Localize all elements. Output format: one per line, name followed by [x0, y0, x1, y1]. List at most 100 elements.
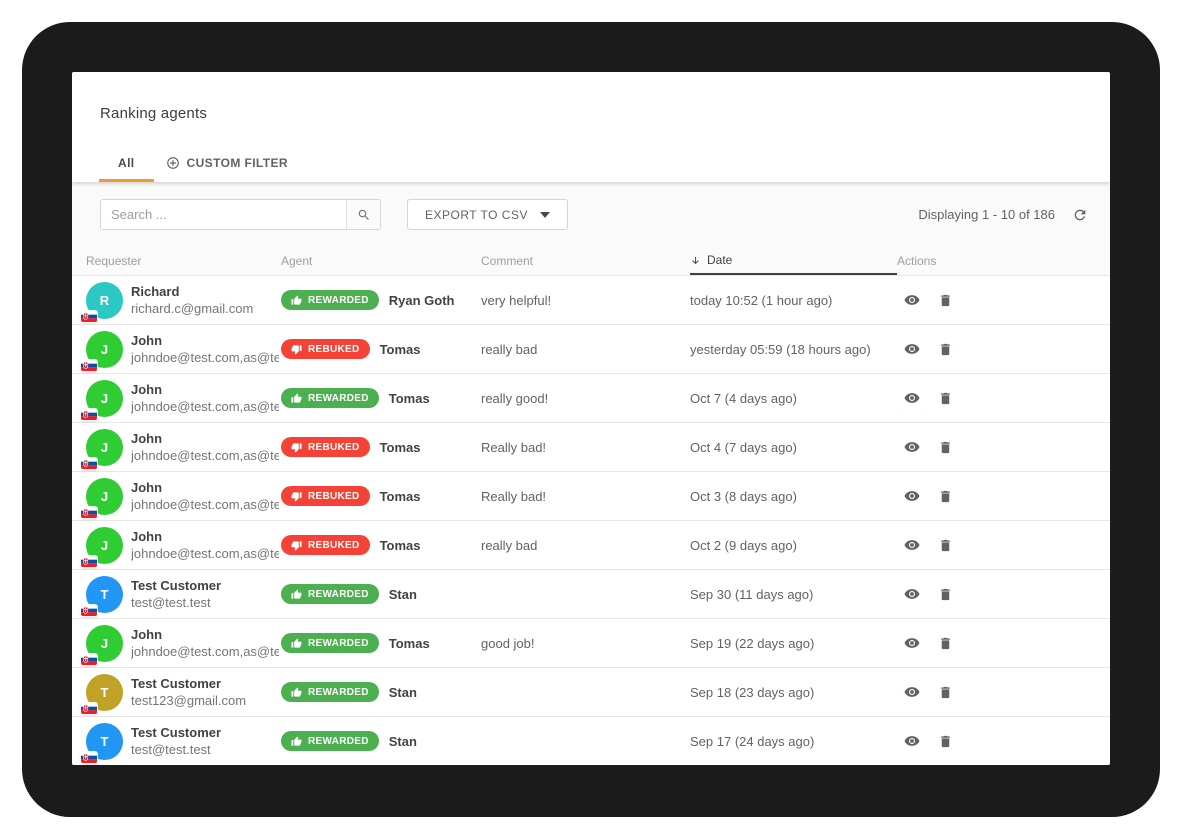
thumbs-up-icon	[291, 393, 302, 404]
column-header-agent[interactable]: Agent	[281, 247, 481, 275]
comment-text: really good!	[481, 391, 690, 406]
requester-cell: J John johndoe@test.com,as@te	[86, 325, 281, 373]
badge-label: REBUKED	[308, 540, 360, 551]
slovakia-flag-icon	[81, 605, 97, 616]
eye-icon	[903, 438, 921, 456]
date-text: Sep 30 (11 days ago)	[690, 587, 897, 602]
avatar-wrap: J	[86, 478, 123, 515]
delete-button[interactable]	[935, 682, 955, 702]
header: Ranking agents All CUSTOM FILTER	[72, 72, 1110, 182]
displaying-count: Displaying 1 - 10 of 186	[918, 207, 1055, 222]
agent-name: Tomas	[380, 489, 421, 504]
view-button[interactable]	[902, 584, 922, 604]
delete-button[interactable]	[935, 584, 955, 604]
trash-icon	[938, 342, 953, 357]
agent-name: Tomas	[380, 440, 421, 455]
sort-descending-icon	[690, 255, 701, 266]
delete-button[interactable]	[935, 437, 955, 457]
requester-email: johndoe@test.com,as@te	[131, 545, 279, 562]
badge-label: REBUKED	[308, 442, 360, 453]
requester-name: Test Customer	[131, 675, 246, 692]
view-button[interactable]	[902, 388, 922, 408]
plus-circle-icon	[166, 156, 180, 170]
agent-cell: REWARDED Ryan Goth	[281, 290, 481, 310]
view-button[interactable]	[902, 486, 922, 506]
thumbs-down-icon	[291, 344, 302, 355]
delete-button[interactable]	[935, 388, 955, 408]
delete-button[interactable]	[935, 339, 955, 359]
tab-all[interactable]: All	[99, 146, 154, 182]
date-text: Oct 2 (9 days ago)	[690, 538, 897, 553]
eye-icon	[903, 683, 921, 701]
slovakia-flag-icon	[81, 311, 97, 322]
slovakia-flag-icon	[81, 752, 97, 763]
eye-icon	[903, 634, 921, 652]
agent-name: Tomas	[380, 342, 421, 357]
eye-icon	[903, 732, 921, 750]
table-body: R Richard richard.c@gmail.com	[72, 275, 1110, 765]
trash-icon	[938, 636, 953, 651]
view-button[interactable]	[902, 339, 922, 359]
requester-email: test@test.test	[131, 594, 221, 611]
comment-text: Really bad!	[481, 440, 690, 455]
table-row: T Test Customer test@test.test	[72, 716, 1110, 765]
requester-email: test@test.test	[131, 741, 221, 758]
actions-cell	[897, 290, 1110, 310]
search-input[interactable]	[101, 200, 346, 229]
column-header-requester[interactable]: Requester	[86, 247, 281, 275]
slovakia-flag-icon	[81, 654, 97, 665]
agent-cell: REWARDED Stan	[281, 682, 481, 702]
column-header-date[interactable]: Date	[690, 247, 897, 275]
requester-cell: T Test Customer test123@gmail.com	[86, 668, 281, 716]
table-row: T Test Customer test123@gmail.com	[72, 667, 1110, 716]
date-text: Sep 17 (24 days ago)	[690, 734, 897, 749]
table-header: Requester Agent Comment Date Actions	[72, 247, 1110, 275]
delete-button[interactable]	[935, 290, 955, 310]
agent-cell: REBUKED Tomas	[281, 339, 481, 359]
agent-cell: REBUKED Tomas	[281, 535, 481, 555]
avatar-wrap: J	[86, 429, 123, 466]
badge-label: REWARDED	[308, 736, 369, 747]
view-button[interactable]	[902, 633, 922, 653]
view-button[interactable]	[902, 535, 922, 555]
avatar-wrap: R	[86, 282, 123, 319]
delete-button[interactable]	[935, 535, 955, 555]
badge-label: REWARDED	[308, 638, 369, 649]
delete-button[interactable]	[935, 633, 955, 653]
agent-name: Tomas	[380, 538, 421, 553]
app-window: Ranking agents All CUSTOM FILTER EXPORT …	[72, 72, 1110, 765]
requester-cell: J John johndoe@test.com,as@te	[86, 423, 281, 471]
view-button[interactable]	[902, 682, 922, 702]
view-button[interactable]	[902, 290, 922, 310]
slovakia-flag-icon	[81, 409, 97, 420]
search-group	[100, 199, 381, 230]
agent-name: Stan	[389, 734, 417, 749]
delete-button[interactable]	[935, 486, 955, 506]
actions-cell	[897, 339, 1110, 359]
slovakia-flag-icon	[81, 360, 97, 371]
requester-cell: T Test Customer test@test.test	[86, 570, 281, 618]
table-row: T Test Customer test@test.test	[72, 569, 1110, 618]
eye-icon	[903, 487, 921, 505]
column-header-comment[interactable]: Comment	[481, 247, 690, 275]
refresh-button[interactable]	[1070, 205, 1090, 225]
avatar-wrap: T	[86, 723, 123, 760]
comment-text: really bad	[481, 342, 690, 357]
tab-custom-filter-label: CUSTOM FILTER	[187, 156, 288, 170]
tab-custom-filter[interactable]: CUSTOM FILTER	[154, 146, 300, 182]
view-button[interactable]	[902, 437, 922, 457]
requester-name: Test Customer	[131, 577, 221, 594]
thumbs-up-icon	[291, 687, 302, 698]
export-to-csv-button[interactable]: EXPORT TO CSV	[407, 199, 568, 230]
delete-button[interactable]	[935, 731, 955, 751]
thumbs-down-icon	[291, 540, 302, 551]
ranking-badge: REWARDED	[281, 388, 379, 408]
search-button[interactable]	[346, 200, 380, 229]
agent-cell: REWARDED Tomas	[281, 388, 481, 408]
ranking-badge: REBUKED	[281, 535, 370, 555]
view-button[interactable]	[902, 731, 922, 751]
badge-label: REWARDED	[308, 687, 369, 698]
comment-text: really bad	[481, 538, 690, 553]
trash-icon	[938, 538, 953, 553]
requester-name: John	[131, 528, 279, 545]
